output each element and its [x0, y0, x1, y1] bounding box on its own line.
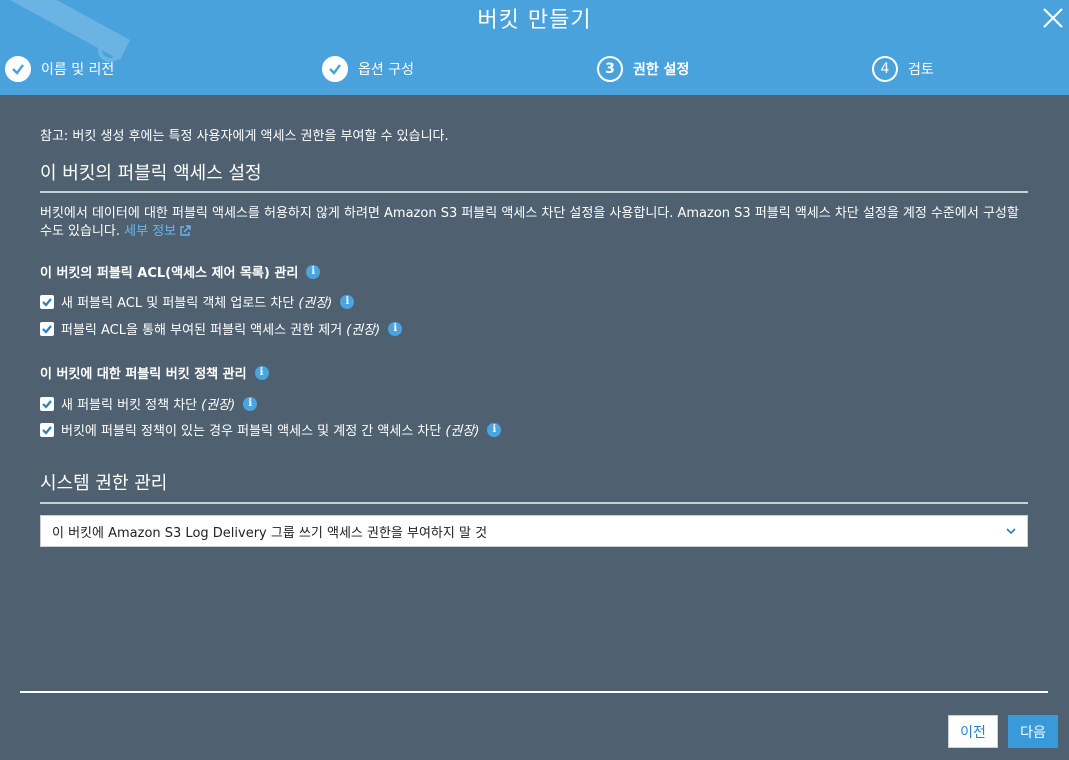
checkbox-checked[interactable] — [40, 422, 54, 437]
step-label: 이름 및 리전 — [41, 62, 115, 78]
learn-more-link[interactable]: 세부 정보 — [124, 224, 191, 239]
external-link-icon — [180, 225, 191, 236]
step-label: 검토 — [908, 62, 934, 78]
footer-divider — [20, 691, 1048, 693]
divider — [40, 191, 1028, 193]
public-access-description: 버킷에서 데이터에 대한 퍼블릭 액세스를 허용하지 않게 하려면 Amazon… — [40, 206, 1019, 239]
previous-button[interactable]: 이전 — [948, 715, 998, 748]
system-permissions-select[interactable]: 이 버킷에 Amazon S3 Log Delivery 그룹 쓰기 액세스 권… — [40, 515, 1028, 547]
public-access-heading: 이 버킷의 퍼블릭 액세스 설정 — [40, 163, 262, 184]
step-label: 권한 설정 — [633, 62, 690, 78]
checkbox-block-new-policy[interactable]: 새 퍼블릭 버킷 정책 차단 (권장) i — [40, 394, 258, 413]
checkbox-checked[interactable] — [40, 294, 54, 309]
info-icon[interactable]: i — [388, 321, 403, 336]
checkbox-checked[interactable] — [40, 396, 54, 411]
step-label: 옵션 구성 — [358, 62, 414, 78]
wizard-header: 버킷 만들기 이름 및 리전 옵션 구성 3 권한 설정 4 검토 — [0, 0, 1069, 95]
info-icon[interactable]: i — [487, 422, 502, 437]
acl-group-heading: 이 버킷의 퍼블릭 ACL(액세스 제어 목록) 관리 i — [40, 262, 321, 281]
policy-group-heading: 이 버킷에 대한 퍼블릭 버킷 정책 관리 i — [40, 363, 269, 382]
step-number: 3 — [597, 56, 623, 82]
step-number: 4 — [872, 56, 898, 82]
next-button[interactable]: 다음 — [1008, 715, 1058, 748]
checkbox-checked[interactable] — [40, 321, 54, 336]
step-configure-options[interactable]: 옵션 구성 — [322, 55, 414, 83]
checkbox-remove-acl-access[interactable]: 퍼블릭 ACL을 통해 부여된 퍼블릭 액세스 권한 제거 (권장) i — [40, 319, 403, 338]
close-icon[interactable] — [1040, 5, 1066, 31]
checkbox-block-cross-account[interactable]: 버킷에 퍼블릭 정책이 있는 경우 퍼블릭 액세스 및 계정 간 액세스 차단(… — [40, 420, 502, 439]
step-name-region[interactable]: 이름 및 리전 — [5, 55, 114, 83]
note-text: 참고: 버킷 생성 후에는 특정 사용자에게 액세스 권한을 부여할 수 있습니… — [40, 129, 449, 144]
info-icon[interactable]: i — [306, 264, 321, 279]
system-permissions-heading: 시스템 권한 관리 — [40, 473, 168, 494]
dialog-title: 버킷 만들기 — [477, 8, 592, 33]
check-icon — [322, 56, 348, 82]
info-icon[interactable]: i — [254, 365, 269, 380]
info-icon[interactable]: i — [340, 294, 355, 309]
checkbox-block-new-acl[interactable]: 새 퍼블릭 ACL 및 퍼블릭 객체 업로드 차단 (권장) i — [40, 292, 355, 311]
info-icon[interactable]: i — [243, 396, 258, 411]
divider — [40, 502, 1028, 504]
chevron-down-icon — [1006, 528, 1016, 535]
step-set-permissions[interactable]: 3 권한 설정 — [597, 55, 689, 83]
step-review[interactable]: 4 검토 — [872, 55, 934, 83]
check-icon — [5, 56, 31, 82]
